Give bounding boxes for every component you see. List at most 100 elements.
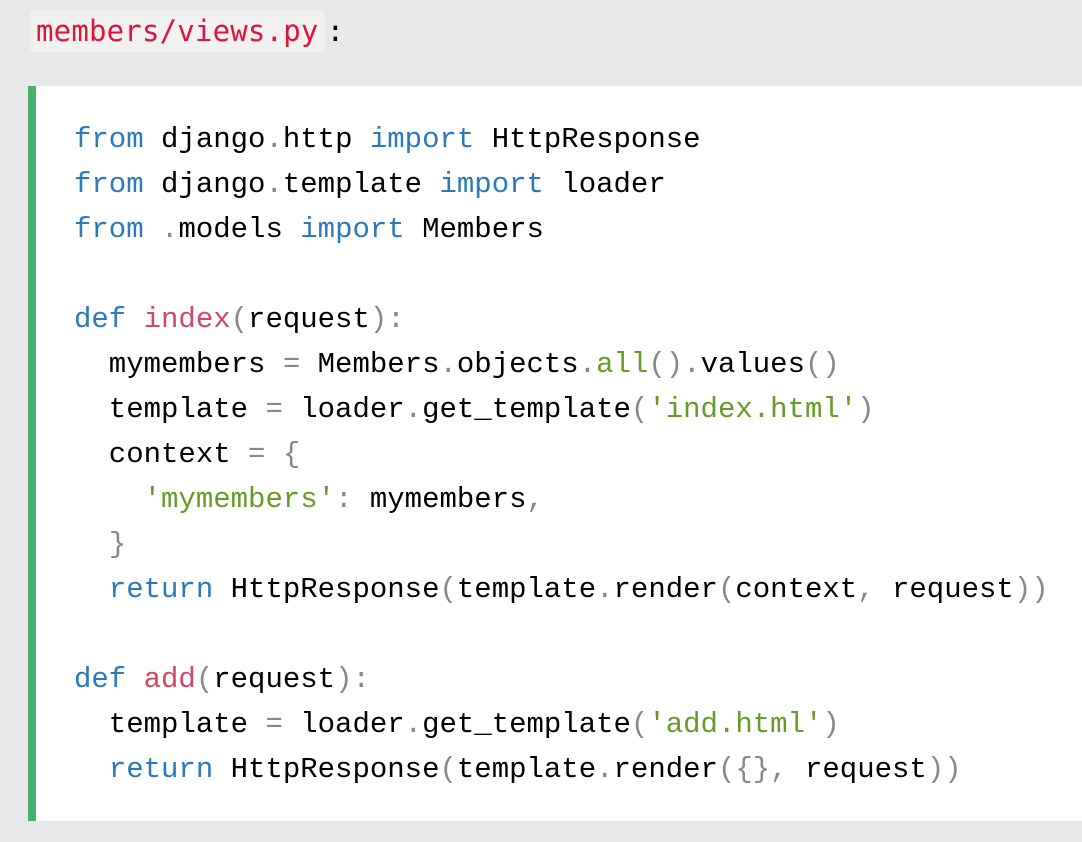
code-token: context bbox=[74, 438, 249, 471]
code-token: ( bbox=[230, 303, 249, 336]
code-token: loader bbox=[543, 168, 666, 201]
code-token: . bbox=[265, 168, 283, 201]
code-token: . bbox=[161, 213, 179, 246]
code-token: render bbox=[613, 573, 718, 606]
code-token: = bbox=[265, 708, 283, 741]
code-line: return HttpResponse(template.render({}, … bbox=[74, 747, 1049, 792]
code-token: ): bbox=[335, 663, 370, 696]
code-token: Members bbox=[300, 348, 440, 381]
code-token: (). bbox=[648, 348, 701, 381]
code-token: from bbox=[74, 123, 144, 156]
code-token: . bbox=[596, 753, 614, 786]
code-token: , bbox=[857, 573, 875, 606]
code-token: ( bbox=[439, 573, 457, 606]
code-token: Members bbox=[404, 213, 544, 246]
code-token: )) bbox=[1013, 573, 1049, 606]
code-token: get_template bbox=[422, 393, 631, 426]
code-token: import bbox=[439, 168, 544, 201]
code-token: : bbox=[335, 483, 353, 516]
code-token: return bbox=[108, 753, 214, 786]
code-token: ( bbox=[630, 708, 649, 741]
code-token: add bbox=[143, 663, 196, 696]
code-line: return HttpResponse(template.render(cont… bbox=[74, 567, 1049, 612]
code-token: = bbox=[265, 393, 283, 426]
code-line: context = { bbox=[74, 432, 1049, 477]
code-token: ): bbox=[369, 303, 405, 336]
code-token: ) bbox=[857, 393, 875, 426]
code-token: , bbox=[526, 483, 544, 516]
code-line: mymembers = Members.objects.all().values… bbox=[74, 342, 1049, 387]
code-token: return bbox=[108, 573, 214, 606]
code-token: 'mymembers' bbox=[143, 483, 336, 516]
code-token: request bbox=[248, 303, 370, 336]
code-token: all bbox=[596, 348, 649, 381]
code-token: index bbox=[143, 303, 231, 336]
code-token: request bbox=[787, 753, 927, 786]
code-line: } bbox=[74, 522, 1049, 567]
code-token: ) bbox=[822, 708, 840, 741]
code-token: template bbox=[456, 753, 597, 786]
code-token: ({}, bbox=[717, 753, 788, 786]
code-token: . bbox=[404, 393, 423, 426]
code-token: get_template bbox=[422, 708, 631, 741]
code-content: from django.http import HttpResponse from… bbox=[74, 117, 1049, 792]
code-token: objects bbox=[456, 348, 579, 381]
code-token: template bbox=[74, 393, 266, 426]
file-heading: members/views.py : bbox=[30, 10, 344, 52]
code-token: 'add.html' bbox=[648, 708, 823, 741]
code-token: mymembers bbox=[74, 348, 283, 381]
code-token: loader bbox=[282, 708, 405, 741]
code-token: . bbox=[404, 708, 423, 741]
code-token: ( bbox=[439, 753, 457, 786]
code-token: def bbox=[74, 663, 127, 696]
code-token: ( bbox=[195, 663, 214, 696]
code-token: . bbox=[439, 348, 457, 381]
code-token: () bbox=[804, 348, 840, 381]
code-token: = bbox=[282, 348, 301, 381]
code-line: def add(request): bbox=[74, 657, 1049, 702]
code-token: ( bbox=[717, 573, 736, 606]
code-token: models bbox=[178, 213, 301, 246]
code-token: ( bbox=[630, 393, 649, 426]
code-token: HttpResponse bbox=[474, 123, 701, 156]
code-token: = { bbox=[248, 438, 301, 471]
code-token: mymembers bbox=[352, 483, 527, 516]
file-heading-colon: : bbox=[326, 14, 345, 48]
code-line: template = loader.get_template('add.html… bbox=[74, 702, 1049, 747]
code-token: 'index.html' bbox=[648, 393, 858, 426]
code-token: from bbox=[74, 213, 144, 246]
code-token: from bbox=[74, 168, 144, 201]
code-token: values bbox=[700, 348, 805, 381]
code-token: http bbox=[282, 123, 370, 156]
code-token: import bbox=[369, 123, 475, 156]
code-token: render bbox=[613, 753, 718, 786]
code-line: template = loader.get_template('index.ht… bbox=[74, 387, 1049, 432]
code-block: from django.http import HttpResponse from… bbox=[28, 86, 1082, 821]
code-token: request bbox=[874, 573, 1014, 606]
file-path: members/views.py bbox=[30, 10, 325, 52]
code-token: )) bbox=[926, 753, 962, 786]
code-token: } bbox=[108, 528, 127, 561]
code-token: def bbox=[74, 303, 127, 336]
code-token: template bbox=[74, 708, 266, 741]
code-line: from django.http import HttpResponse bbox=[74, 117, 1049, 162]
code-line: from django.template import loader bbox=[74, 162, 1049, 207]
code-line: def index(request): bbox=[74, 297, 1049, 342]
code-token: request bbox=[213, 663, 336, 696]
code-token: HttpResponse bbox=[213, 753, 440, 786]
code-token: loader bbox=[282, 393, 405, 426]
code-token: import bbox=[300, 213, 405, 246]
code-token: . bbox=[265, 123, 283, 156]
code-token: context bbox=[735, 573, 858, 606]
code-line: 'mymembers': mymembers, bbox=[74, 477, 1049, 522]
code-token: template bbox=[282, 168, 440, 201]
